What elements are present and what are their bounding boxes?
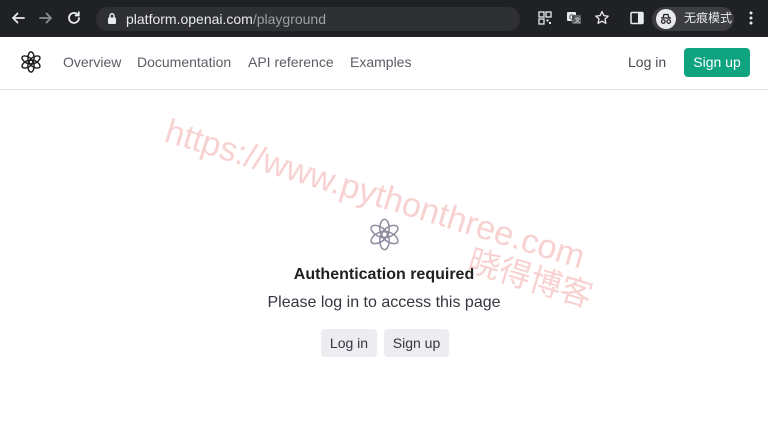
- nav-api-reference[interactable]: API reference: [248, 54, 334, 71]
- url-host: platform.openai.com: [126, 11, 253, 27]
- bookmark-star-icon[interactable]: [593, 9, 611, 27]
- forward-button[interactable]: [34, 6, 58, 30]
- header-signup-button[interactable]: Sign up: [684, 48, 750, 77]
- signup-button[interactable]: Sign up: [384, 329, 449, 357]
- openai-logo-icon: [368, 218, 401, 256]
- openai-logo-icon[interactable]: [20, 51, 42, 78]
- forward-arrow-icon: [39, 12, 52, 24]
- lock-icon[interactable]: [107, 12, 117, 30]
- browser-menu-icon[interactable]: [742, 9, 760, 27]
- reload-button[interactable]: [62, 6, 86, 30]
- reload-icon: [68, 11, 80, 24]
- auth-required-message: Please log in to access this page: [267, 294, 501, 311]
- nav-documentation[interactable]: Documentation: [137, 54, 231, 71]
- translate-icon[interactable]: G文: [565, 9, 583, 27]
- svg-text:文: 文: [575, 17, 581, 25]
- address-url[interactable]: platform.openai.com/playground: [126, 11, 326, 27]
- login-button[interactable]: Log in: [321, 329, 377, 357]
- incognito-icon: [656, 9, 676, 34]
- nav-examples[interactable]: Examples: [350, 54, 411, 71]
- qr-code-icon[interactable]: [536, 9, 554, 27]
- back-button[interactable]: [6, 6, 30, 30]
- nav-overview[interactable]: Overview: [63, 54, 121, 71]
- auth-required-heading: Authentication required: [293, 266, 475, 283]
- side-panel-icon[interactable]: [628, 9, 646, 27]
- incognito-label: 无痕模式: [684, 11, 733, 25]
- url-path: /playground: [252, 11, 327, 27]
- header-login-link[interactable]: Log in: [628, 54, 666, 71]
- back-arrow-icon: [12, 12, 25, 24]
